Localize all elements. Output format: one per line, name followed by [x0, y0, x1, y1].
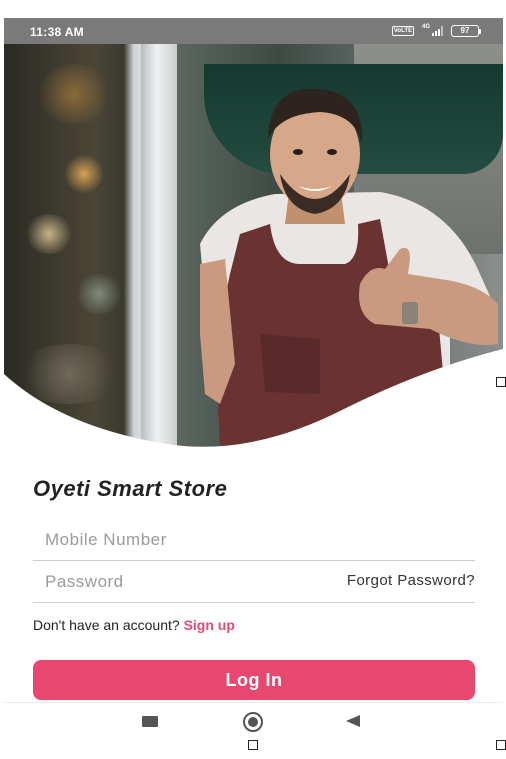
status-icons: VoLTE 4G 97 — [391, 24, 481, 37]
network-label: 4G — [421, 24, 430, 30]
password-input[interactable] — [45, 569, 295, 595]
volte-icon: VoLTE — [391, 26, 414, 36]
system-nav-bar — [4, 702, 503, 738]
signup-row: Don't have an account? Sign up — [33, 617, 235, 633]
missing-glyph-box — [248, 740, 258, 750]
mobile-number-field — [33, 519, 475, 561]
missing-glyph-box — [496, 377, 506, 387]
signal-icon — [432, 26, 443, 36]
no-account-text: Don't have an account? — [33, 617, 180, 633]
back-icon[interactable] — [330, 703, 378, 738]
password-field: Forgot Password? — [33, 561, 475, 603]
hero-image — [4, 44, 503, 449]
battery-level: 97 — [451, 25, 479, 37]
mobile-number-input[interactable] — [45, 527, 295, 553]
phone-screen: 11:38 AM VoLTE 4G 97 Oyeti Smart Store M… — [4, 18, 503, 738]
signup-link[interactable]: Sign up — [184, 617, 235, 633]
home-icon[interactable] — [229, 703, 277, 738]
status-time: 11:38 AM — [30, 25, 84, 39]
forgot-password-link[interactable]: Forgot Password? — [347, 572, 475, 589]
missing-glyph-box — [496, 740, 506, 750]
hero-wave-divider — [4, 349, 503, 449]
battery-icon: 97 — [451, 25, 481, 37]
app-title: Oyeti Smart Store — [33, 476, 228, 501]
status-bar: 11:38 AM VoLTE 4G 97 — [4, 18, 503, 44]
recent-apps-icon[interactable] — [126, 703, 174, 738]
login-button[interactable]: Log In — [33, 660, 475, 700]
